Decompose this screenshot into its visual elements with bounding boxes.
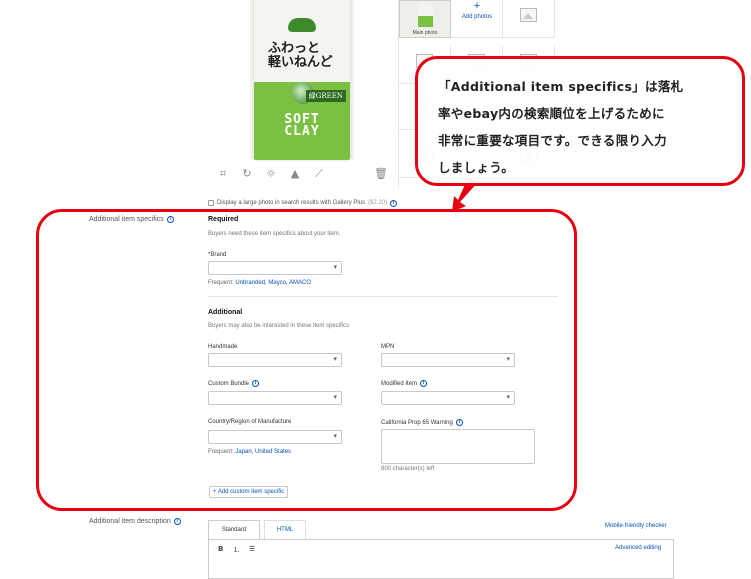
- ordered-list-icon[interactable]: ⒈: [233, 545, 240, 555]
- callout-line1: 「Additional item specifics」は落札: [438, 79, 684, 94]
- main-product-image[interactable]: ふわっと 軽いねんど 緑GREEN SOFT CLAY: [250, 0, 354, 160]
- info-icon[interactable]: i: [173, 518, 181, 525]
- trash-icon[interactable]: 🗑: [373, 166, 389, 182]
- gallery-plus-price: ($2.20): [368, 200, 388, 206]
- callout-line4: しましょう。: [438, 160, 515, 175]
- main-photo-label: Main photo: [412, 30, 438, 36]
- magic-wand-icon[interactable]: ⟋: [311, 166, 327, 182]
- callout-line2: 率やebay内の検索順位を上げるために: [438, 106, 665, 121]
- info-icon[interactable]: i: [390, 199, 398, 207]
- description-editor[interactable]: B ⒈ ☰ Advanced editing: [208, 539, 674, 579]
- package-jp-line2: 軽いねんど: [268, 55, 333, 70]
- bold-button[interactable]: B: [218, 545, 223, 553]
- highlight-outline: [36, 209, 577, 511]
- bullet-list-icon[interactable]: ☰: [249, 545, 255, 553]
- annotation-callout: 「Additional item specifics」は落札 率やebay内の検…: [415, 56, 745, 186]
- sharpen-icon[interactable]: ▲: [287, 166, 303, 182]
- main-photo-thumb[interactable]: Main photo: [399, 0, 451, 38]
- photo-slot[interactable]: [503, 0, 555, 38]
- callout-line3: 非常に重要な項目です。できる限り入力: [438, 133, 667, 148]
- tab-standard[interactable]: Standard: [208, 520, 260, 540]
- rotate-icon[interactable]: ↻: [239, 166, 255, 182]
- add-icon: +: [473, 0, 481, 12]
- cloud-logo-icon: [288, 18, 316, 32]
- description-label: Additional item description: [89, 518, 171, 525]
- clay-package-picture: ふわっと 軽いねんど 緑GREEN SOFT CLAY: [254, 0, 350, 160]
- add-photos-button[interactable]: + Add photos: [451, 0, 503, 38]
- package-clay-text: CLAY: [284, 124, 320, 139]
- tab-html[interactable]: HTML: [264, 520, 306, 540]
- package-green-tag: 緑GREEN: [305, 90, 346, 102]
- gallery-plus-label: Display a large photo in search results …: [217, 200, 366, 206]
- add-photos-label: Add photos: [461, 14, 493, 20]
- advanced-editing-link[interactable]: Advanced editing: [615, 545, 661, 551]
- main-photo-mini-image: [418, 3, 433, 27]
- mobile-friendly-checker-link[interactable]: Mobile-friendly checker: [605, 523, 667, 529]
- crop-icon[interactable]: ⌗: [215, 166, 231, 182]
- image-placeholder-icon: [520, 8, 537, 22]
- gallery-plus-row: Display a large photo in search results …: [208, 198, 398, 208]
- photo-toolbar: ⌗ ↻ ☼ ▲ ⟋ 🗑: [215, 166, 395, 182]
- brightness-icon[interactable]: ☼: [263, 166, 279, 182]
- gallery-plus-checkbox[interactable]: [208, 200, 214, 206]
- package-jp-line1: ふわっと: [268, 41, 321, 56]
- description-section-label: Additional item description i: [89, 518, 181, 525]
